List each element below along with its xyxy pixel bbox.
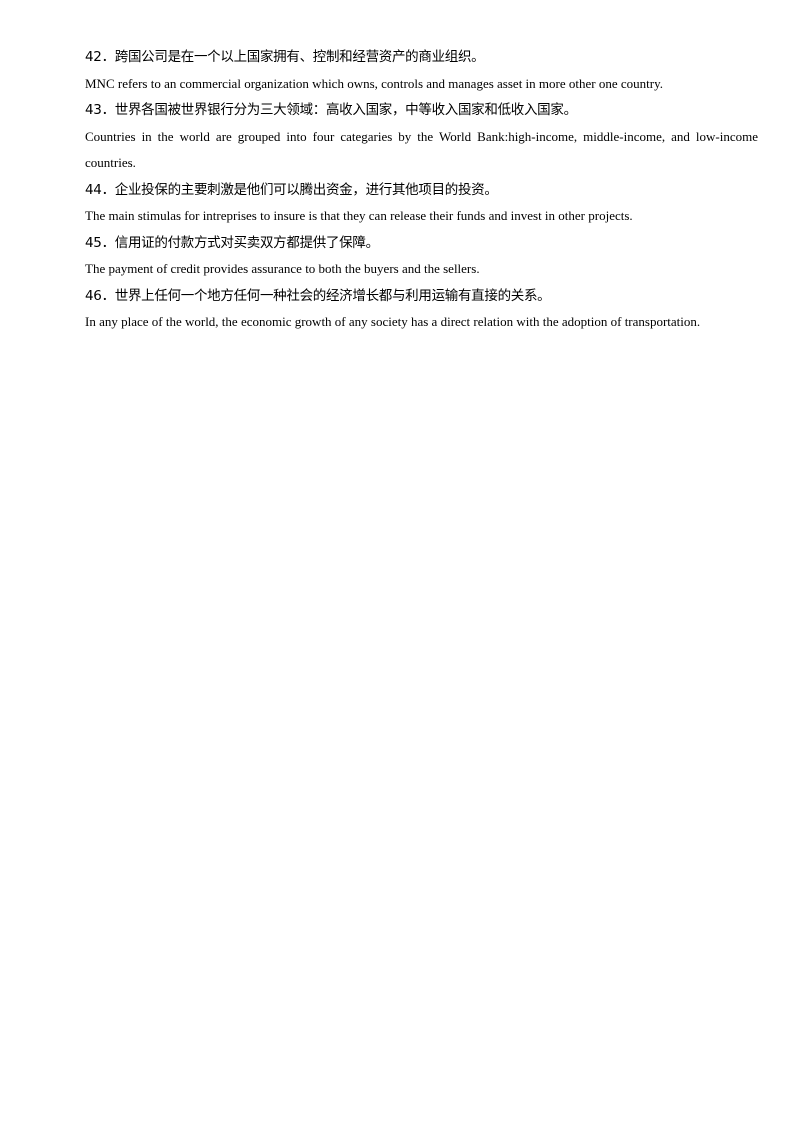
chinese-text: 世界各国被世界银行分为三大领域：高收入国家，中等收入国家和低收入国家。 (114, 102, 577, 118)
item-number: 45． (85, 234, 115, 251)
chinese-text: 跨国公司是在一个以上国家拥有、控制和经营资产的商业组织。 (114, 49, 485, 65)
english-translation: The payment of credit provides assurance… (85, 261, 480, 276)
item-number: 43． (85, 102, 115, 118)
english-translation: Countries in the world are grouped into … (85, 128, 758, 171)
chinese-sentence: 46．世界上任何一个地方任何一种社会的经济增长都与利用运输有直接的关系。 (85, 283, 758, 310)
chinese-text: 世界上任何一个地方任何一种社会的经济增长都与利用运输有直接的关系。 (114, 287, 551, 304)
translation-item-42: 42．跨国公司是在一个以上国家拥有、控制和经营资产的商业组织。 MNC refe… (85, 44, 758, 97)
chinese-text: 信用证的付款方式对买卖双方都提供了保障。 (114, 234, 379, 251)
translation-item-45: 45．信用证的付款方式对买卖双方都提供了保障。 The payment of c… (85, 230, 758, 283)
chinese-text: 企业投保的主要刺激是他们可以腾出资金，进行其他项目的投资。 (114, 181, 498, 198)
translation-item-46: 46．世界上任何一个地方任何一种社会的经济增长都与利用运输有直接的关系。 In … (85, 283, 758, 336)
english-translation: In any place of the world, the economic … (85, 314, 701, 329)
chinese-sentence: 44．企业投保的主要刺激是他们可以腾出资金，进行其他项目的投资。 (85, 177, 758, 204)
english-translation: MNC refers to an commercial organization… (85, 75, 663, 91)
translation-item-43: 43．世界各国被世界银行分为三大领域：高收入国家，中等收入国家和低收入国家。 C… (85, 97, 758, 177)
item-number: 46． (85, 287, 115, 304)
translation-item-44: 44．企业投保的主要刺激是他们可以腾出资金，进行其他项目的投资。 The mai… (85, 177, 758, 230)
document-page: 42．跨国公司是在一个以上国家拥有、控制和经营资产的商业组织。 MNC refe… (85, 44, 758, 336)
english-translation: The main stimulas for intreprises to ins… (85, 208, 633, 223)
item-number: 44． (85, 181, 115, 198)
chinese-sentence: 42．跨国公司是在一个以上国家拥有、控制和经营资产的商业组织。 (85, 44, 758, 71)
chinese-sentence: 43．世界各国被世界银行分为三大领域：高收入国家，中等收入国家和低收入国家。 (85, 97, 758, 124)
item-number: 42． (85, 49, 115, 65)
chinese-sentence: 45．信用证的付款方式对买卖双方都提供了保障。 (85, 230, 758, 257)
